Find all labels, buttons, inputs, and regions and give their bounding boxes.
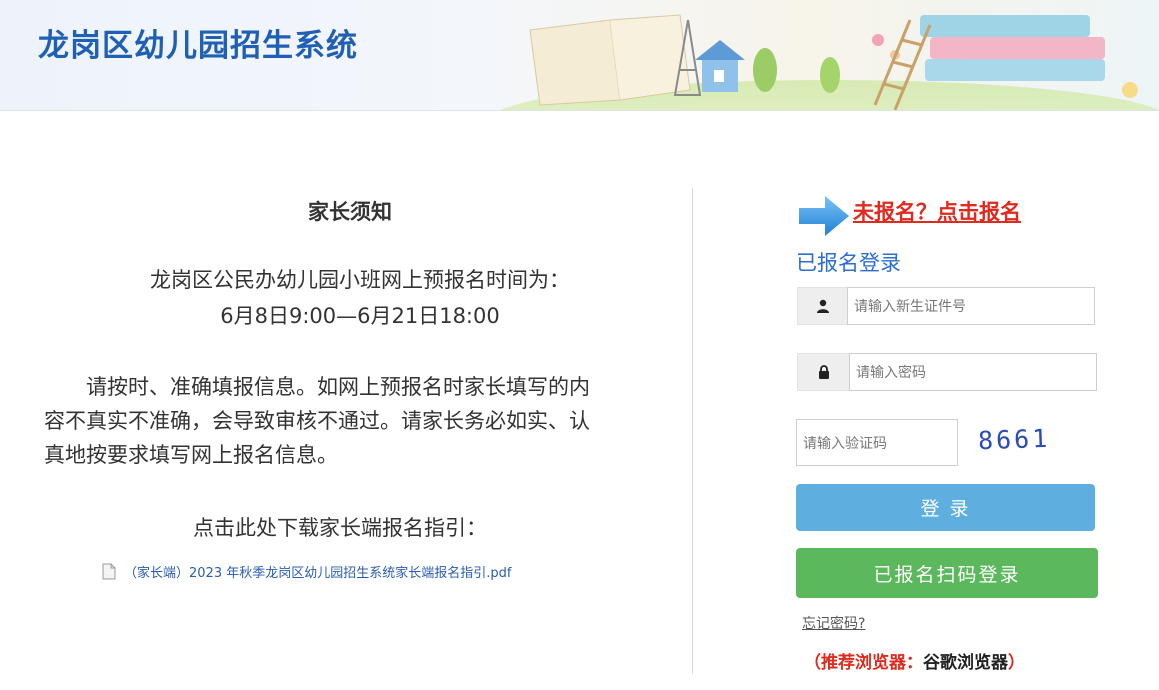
password-group [797, 353, 1097, 391]
pdf-guide-link-text: （家长端）2023 年秋季龙岗区幼儿园招生系统家长端报名指引.pdf [124, 566, 512, 581]
scan-login-button[interactable]: 已报名扫码登录 [796, 548, 1098, 598]
notice-title: 家长须知 [308, 200, 392, 224]
captcha-input[interactable] [796, 419, 958, 466]
id-number-group [797, 287, 1095, 325]
login-title: 已报名登录 [796, 251, 901, 275]
document-icon [102, 563, 116, 580]
vertical-divider [692, 188, 693, 674]
login-button[interactable]: 登 录 [796, 484, 1095, 531]
header-banner: 龙岗区幼儿园招生系统 [0, 0, 1159, 111]
registration-time-label: 龙岗区公民办幼儿园小班网上预报名时间为： [150, 268, 570, 292]
user-icon [797, 287, 847, 325]
captcha-image[interactable]: 8661 [978, 424, 1051, 456]
arrow-right-icon [799, 196, 849, 236]
signup-link[interactable]: 未报名？点击报名 [853, 196, 1021, 226]
registration-time-range: 6月8日9:00—6月21日18:00 [220, 304, 500, 328]
forgot-password-link[interactable]: 忘记密码? [802, 613, 865, 633]
site-title: 龙岗区幼儿园招生系统 [38, 28, 358, 64]
download-guide-label: 点击此处下载家长端报名指引： [193, 516, 487, 540]
pdf-guide-link[interactable]: （家长端）2023 年秋季龙岗区幼儿园招生系统家长端报名指引.pdf [102, 562, 511, 581]
browser-tip-value: 谷歌浏览器 [923, 653, 1008, 673]
notice-paragraph: 请按时、准确填报信息。如网上预报名时家长填写的内容不真实不准确，会导致审核不通过… [44, 375, 590, 467]
lock-icon [797, 353, 849, 391]
id-number-input[interactable] [847, 287, 1095, 325]
browser-recommendation: （推荐浏览器：谷歌浏览器） [804, 648, 1025, 673]
password-input[interactable] [849, 353, 1097, 391]
banner-illustration [500, 14, 1159, 110]
browser-tip-prefix: （推荐浏览器： [804, 653, 923, 673]
browser-tip-suffix: ） [1008, 653, 1025, 673]
